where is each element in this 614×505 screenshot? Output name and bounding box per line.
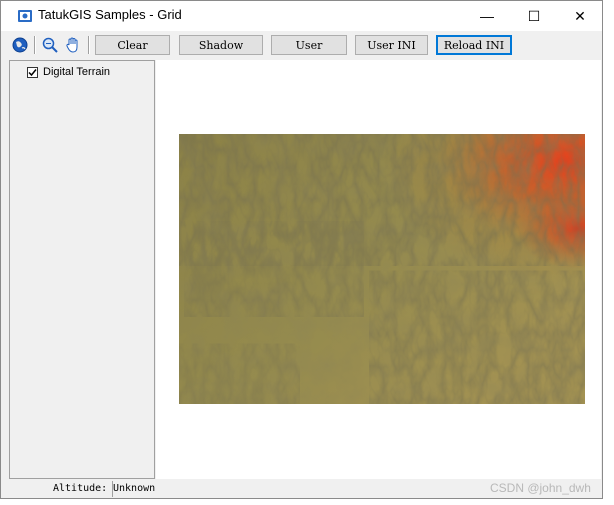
minimize-button[interactable]: —: [464, 1, 510, 31]
shadow-button[interactable]: Shadow: [179, 35, 263, 55]
reload-ini-button[interactable]: Reload INI: [436, 35, 512, 55]
close-button[interactable]: ✕: [557, 1, 603, 31]
window-title: TatukGIS Samples - Grid: [38, 7, 182, 22]
maximize-button[interactable]: ☐: [511, 1, 557, 31]
toolbar-separator: [88, 36, 90, 54]
app-icon: [18, 10, 32, 22]
zoom-icon[interactable]: [41, 36, 59, 54]
checkmark-icon: [28, 68, 37, 76]
altitude-value: Unknown: [113, 483, 156, 494]
legend-layer-label: Digital Terrain: [43, 66, 111, 78]
legend-layer-item[interactable]: Digital Terrain: [27, 66, 110, 78]
user-button[interactable]: User: [271, 35, 347, 55]
toolbar-separator: [34, 36, 36, 54]
app-window: TatukGIS Samples - Grid — ☐ ✕ Clear Shad…: [0, 0, 603, 499]
globe-icon[interactable]: [11, 36, 29, 54]
watermark-text: CSDN @john_dwh: [490, 481, 591, 495]
clear-button[interactable]: Clear: [95, 35, 170, 55]
title-bar[interactable]: TatukGIS Samples - Grid — ☐ ✕: [1, 1, 602, 31]
toolbar: Clear Shadow User User INI Reload INI: [1, 31, 602, 59]
map-viewer[interactable]: [156, 60, 601, 479]
terrain-grid-image[interactable]: [179, 134, 585, 404]
layer-visibility-checkbox[interactable]: [27, 66, 38, 78]
user-ini-button[interactable]: User INI: [355, 35, 428, 55]
altitude-label: Altitude:: [53, 483, 108, 494]
legend-panel[interactable]: Digital Terrain: [9, 60, 155, 479]
hand-pan-icon[interactable]: [64, 36, 82, 54]
